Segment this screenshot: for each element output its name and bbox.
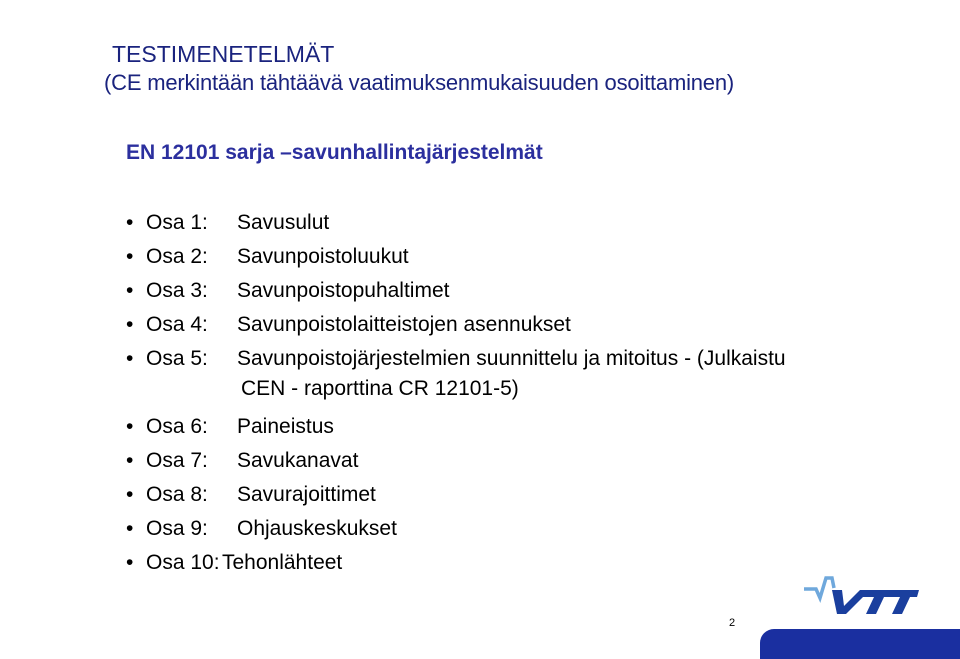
part-description: Savusulut: [237, 211, 330, 234]
part-description: Tehonlähteet: [222, 551, 343, 574]
bullet-icon: •: [126, 347, 134, 370]
bullet-icon: •: [126, 449, 134, 472]
part-description: Savunpoistojärjestelmien suunnittelu ja …: [237, 344, 786, 404]
bullet-icon: •: [126, 517, 134, 540]
part-description: Savunpoistolaitteistojen asennukset: [237, 313, 571, 336]
bullet-icon: •: [126, 483, 134, 506]
part-number: Osa 1:: [146, 211, 208, 234]
bullet-icon: •: [126, 279, 134, 302]
bullet-icon: •: [126, 211, 134, 234]
part-description: Savukanavat: [237, 449, 359, 472]
bullet-icon: •: [126, 245, 134, 268]
part-number: Osa 8:: [146, 483, 208, 506]
part-description-line2: CEN - raporttina CR 12101-5): [241, 377, 519, 400]
part-number: Osa 3:: [146, 279, 208, 302]
part-number: Osa 5:: [146, 347, 208, 370]
logo-pulse-line: [804, 576, 836, 604]
part-description: Savunpoistopuhaltimet: [237, 279, 450, 302]
page-number: 2: [729, 617, 736, 629]
part-description: Ohjauskeskukset: [237, 517, 397, 540]
logo-letter-t2: [888, 590, 919, 614]
part-description-line1: Savunpoistojärjestelmien suunnittelu ja …: [237, 347, 786, 370]
bullet-icon: •: [126, 313, 134, 336]
part-description: Savunpoistoluukut: [237, 245, 409, 268]
part-number: Osa 2:: [146, 245, 208, 268]
footer-bar: [760, 629, 960, 659]
part-number: Osa 7:: [146, 449, 208, 472]
part-number: Osa 9:: [146, 517, 208, 540]
bullet-icon: •: [126, 415, 134, 438]
part-number: Osa 10:: [146, 551, 220, 574]
slide-title: TESTIMENETELMÄT: [112, 41, 335, 67]
slide-subtitle: (CE merkintään tähtäävä vaatimuksenmukai…: [104, 70, 734, 95]
section-heading: EN 12101 sarja –savunhallintajärjestelmä…: [126, 141, 543, 164]
part-number: Osa 6:: [146, 415, 208, 438]
part-number: Osa 4:: [146, 313, 208, 336]
bullet-icon: •: [126, 551, 134, 574]
part-description: Savurajoittimet: [237, 483, 376, 506]
vtt-logo-icon: [804, 576, 919, 614]
part-description: Paineistus: [237, 415, 334, 438]
